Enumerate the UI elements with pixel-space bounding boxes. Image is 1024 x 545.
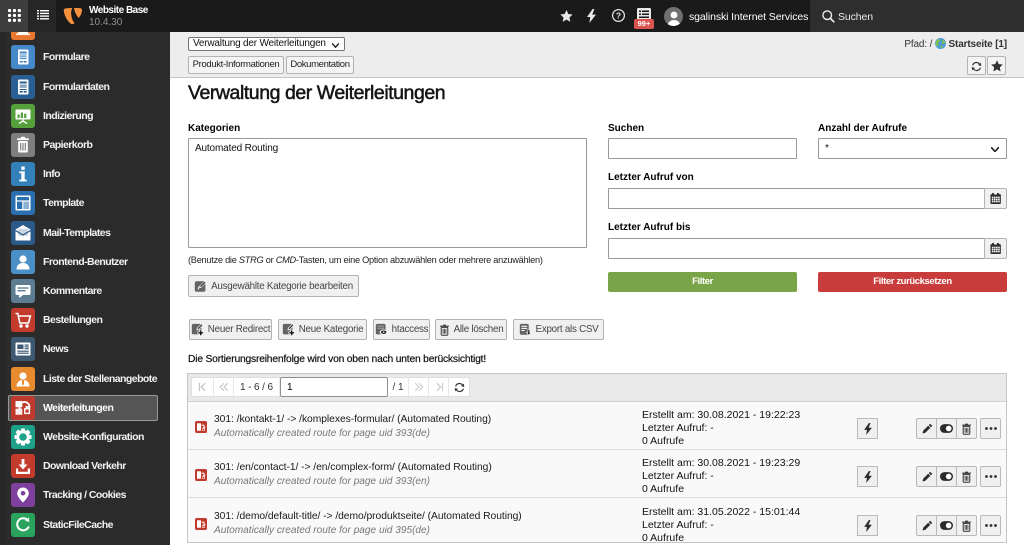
svg-text:?: ? — [616, 10, 621, 20]
